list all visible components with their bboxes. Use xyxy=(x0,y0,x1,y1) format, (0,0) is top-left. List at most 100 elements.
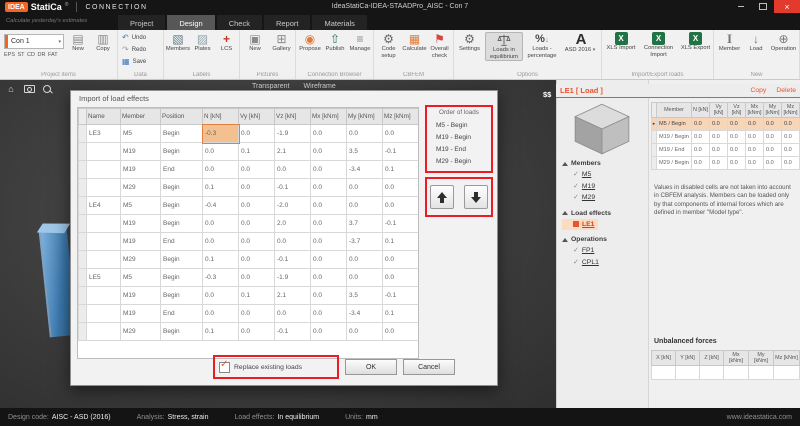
cell[interactable]: 0.1 xyxy=(239,287,275,305)
table-row[interactable]: M29Begin0.10.0-0.10.00.00.0 xyxy=(79,323,419,341)
column-header[interactable]: Mz [kNm] xyxy=(383,109,419,125)
xls-import-button[interactable]: X XLS Import xyxy=(604,32,638,52)
cell[interactable]: Begin xyxy=(161,143,203,161)
column-header[interactable]: Vy [kN] xyxy=(710,103,728,118)
order-item[interactable]: M19 - Begin xyxy=(436,132,491,144)
column-header[interactable]: Member xyxy=(657,103,692,118)
cell[interactable]: 0.0 xyxy=(710,144,728,157)
cell[interactable]: -0.3 xyxy=(203,269,239,287)
table-row[interactable] xyxy=(652,366,800,380)
xls-export-button[interactable]: X XLS Export xyxy=(679,32,712,52)
cell[interactable]: End xyxy=(161,161,203,179)
cell[interactable]: 0.0 xyxy=(347,323,383,341)
replace-loads-checkbox[interactable]: ✓ xyxy=(219,362,230,373)
tab-design[interactable]: Design xyxy=(167,15,214,30)
view-mode-wireframe[interactable]: Wireframe xyxy=(303,83,335,90)
tree-section-members[interactable]: Members xyxy=(562,158,646,169)
column-header[interactable]: Mz [kNm] xyxy=(782,103,800,118)
cell[interactable]: LE5 xyxy=(87,269,121,287)
cell[interactable]: 0.0 xyxy=(383,197,419,215)
order-item[interactable]: M19 - End xyxy=(436,144,491,156)
tree-item-le1[interactable]: LE1 xyxy=(562,219,598,231)
new-item-button[interactable]: ▤ New xyxy=(66,32,90,53)
cell[interactable]: Begin xyxy=(161,197,203,215)
new-operation-button[interactable]: ⊕ Operation xyxy=(769,32,798,53)
column-header[interactable]: Mz [kNm] xyxy=(774,351,800,366)
cell[interactable]: 0.0 xyxy=(710,118,728,131)
cell[interactable] xyxy=(652,366,676,380)
cell[interactable]: M5 xyxy=(121,197,161,215)
cell[interactable]: 0.0 xyxy=(728,157,746,170)
cell[interactable]: -0.1 xyxy=(275,179,311,197)
cell[interactable] xyxy=(676,366,700,380)
column-header[interactable]: My [kNm] xyxy=(764,103,782,118)
quick-eps[interactable]: EPS xyxy=(4,52,15,58)
cell[interactable] xyxy=(87,143,121,161)
cell[interactable]: 0.0 xyxy=(782,157,800,170)
cell[interactable]: -1.9 xyxy=(275,125,311,143)
project-item-selector[interactable]: Con 1 ▾ xyxy=(4,34,64,49)
view-mode-transparent[interactable]: Transparent xyxy=(252,83,289,90)
cell[interactable]: 0.0 xyxy=(239,197,275,215)
column-header[interactable]: N [kN] xyxy=(203,109,239,125)
cell[interactable]: 0.0 xyxy=(311,305,347,323)
propose-button[interactable]: ◉ Propose xyxy=(298,32,322,53)
cell[interactable]: End xyxy=(161,233,203,251)
new-member-button[interactable]: I Member xyxy=(716,32,743,53)
table-row[interactable]: M19Begin0.00.12.10.03.5-0.1 xyxy=(79,143,419,161)
publish-button[interactable]: ⇧ Publish xyxy=(323,32,347,53)
cell[interactable]: -3.4 xyxy=(347,305,383,323)
tree-item-cpl1[interactable]: ✓ CPL1 xyxy=(562,257,646,269)
cell[interactable]: 0.0 xyxy=(692,118,710,131)
cell[interactable]: 0.0 xyxy=(347,269,383,287)
cell[interactable]: 0.0 xyxy=(311,269,347,287)
manage-button[interactable]: ≡ Manage xyxy=(348,32,372,53)
copy-item-button[interactable]: ▥ Copy xyxy=(91,32,115,53)
cell[interactable]: Begin xyxy=(161,323,203,341)
cell[interactable]: 0.0 xyxy=(239,179,275,197)
cell[interactable]: Begin xyxy=(161,125,203,143)
settings-button[interactable]: ⚙ Settings xyxy=(456,32,483,53)
overall-check-button[interactable]: ⚑ Overall check xyxy=(427,32,452,59)
column-header[interactable]: Vz [kN] xyxy=(275,109,311,125)
cell[interactable]: -0.1 xyxy=(383,215,419,233)
navigation-cube-icon[interactable] xyxy=(571,102,633,156)
cell[interactable]: 0.0 xyxy=(347,179,383,197)
cell[interactable]: 0.0 xyxy=(275,161,311,179)
table-row[interactable]: M19End0.00.00.00.0-3.40.1 xyxy=(79,161,419,179)
loads-percentage-button[interactable]: %↓ Loads - percentage xyxy=(524,32,560,59)
cell[interactable]: M19 xyxy=(121,143,161,161)
cell[interactable]: 0.0 xyxy=(746,118,764,131)
loads-in-equilibrium-toggle[interactable]: Loads in equilibrium xyxy=(485,32,523,61)
column-header[interactable]: My [kNm] xyxy=(749,351,774,366)
cell[interactable]: 0.1 xyxy=(203,323,239,341)
column-header[interactable]: Mx [kNm] xyxy=(311,109,347,125)
cell[interactable]: M19 xyxy=(121,215,161,233)
cell[interactable] xyxy=(87,161,121,179)
home-view-button[interactable]: ⌂ xyxy=(4,82,18,95)
cell[interactable]: 0.0 xyxy=(239,125,275,143)
cell[interactable]: M5 xyxy=(121,269,161,287)
cell[interactable]: 0.0 xyxy=(692,131,710,144)
cell[interactable]: 0.1 xyxy=(383,161,419,179)
cell[interactable]: M29 xyxy=(121,251,161,269)
cell[interactable]: LE3 xyxy=(87,125,121,143)
cell[interactable]: M29 / Begin xyxy=(657,157,692,170)
delete-button[interactable]: Delete xyxy=(776,87,796,94)
table-row[interactable]: M29 / Begin0.00.00.00.00.00.0 xyxy=(652,157,800,170)
cell[interactable]: M5 / Begin xyxy=(657,118,692,131)
cell[interactable]: M19 xyxy=(121,161,161,179)
cell[interactable] xyxy=(87,305,121,323)
cell[interactable]: 0.0 xyxy=(782,144,800,157)
cell[interactable]: 0.0 xyxy=(311,287,347,305)
table-row[interactable]: M29Begin0.10.0-0.10.00.00.0 xyxy=(79,179,419,197)
new-load-button[interactable]: ↓ Load xyxy=(744,32,768,53)
column-header[interactable]: My [kNm] xyxy=(347,109,383,125)
cell[interactable]: End xyxy=(161,305,203,323)
cell[interactable]: 0.0 xyxy=(728,118,746,131)
cell[interactable]: 0.0 xyxy=(239,161,275,179)
cell[interactable]: Begin xyxy=(161,287,203,305)
cell[interactable]: 0.0 xyxy=(239,233,275,251)
cell[interactable]: 0.0 xyxy=(311,251,347,269)
labels-plates-button[interactable]: ▨ Plates xyxy=(191,32,214,53)
